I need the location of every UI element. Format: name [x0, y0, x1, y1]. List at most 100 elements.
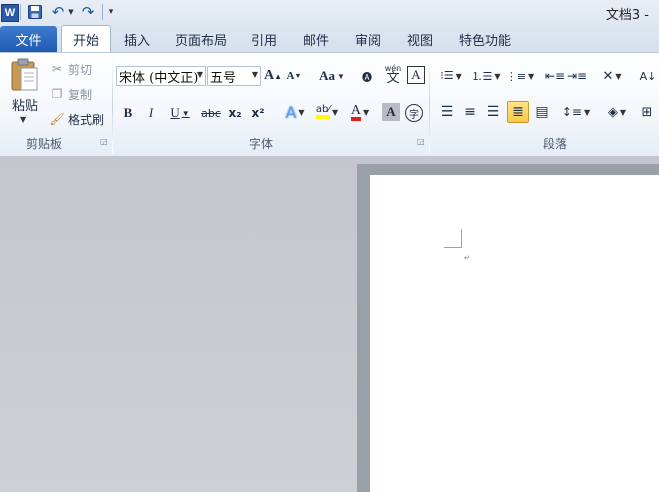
- group-divider: [429, 57, 430, 153]
- line-spacing-button[interactable]: ↕≡ ▼: [562, 102, 590, 122]
- tab-page-layout[interactable]: 页面布局: [169, 26, 233, 52]
- align-right-button[interactable]: ☰: [483, 102, 503, 122]
- copy-icon: ❐: [51, 87, 63, 101]
- font-group-label: 字体: [249, 137, 274, 151]
- format-painter-button[interactable]: 🖌 格式刷: [49, 110, 104, 128]
- chevron-down-icon[interactable]: ▼: [252, 70, 258, 79]
- tab-view[interactable]: 视图: [400, 26, 440, 52]
- char-shading-button[interactable]: A: [382, 103, 400, 121]
- strikethrough-button[interactable]: abc: [200, 103, 222, 123]
- clipboard-group-label: 剪贴板: [26, 137, 63, 151]
- char-border-icon: A: [411, 67, 421, 82]
- subscript-icon: x₂: [228, 106, 242, 120]
- text-effects-button[interactable]: A ▼: [280, 102, 310, 122]
- justify-icon: ≣: [512, 104, 524, 120]
- grow-font-icon: A: [263, 68, 275, 83]
- distributed-align-button[interactable]: ▤: [532, 102, 552, 122]
- chinese-layout-button[interactable]: ✕ ▼: [598, 66, 626, 86]
- borders-button[interactable]: ⊞: [638, 102, 656, 122]
- align-center-icon: ≡: [464, 104, 476, 120]
- customize-qat-icon[interactable]: ▾: [106, 3, 116, 21]
- paste-dropdown-icon[interactable]: ▼: [20, 115, 26, 124]
- increase-indent-button[interactable]: ⇥≡: [566, 66, 588, 86]
- borders-icon: ⊞: [641, 104, 653, 120]
- italic-icon: I: [148, 105, 154, 120]
- scissors-icon: ✂: [51, 62, 63, 76]
- tab-special-features[interactable]: 特色功能: [452, 26, 518, 52]
- superscript-button[interactable]: x²: [248, 103, 268, 123]
- tab-references[interactable]: 引用: [244, 26, 284, 52]
- tab-insert[interactable]: 插入: [115, 26, 159, 52]
- quick-access-toolbar: W ↶ ▼ ↷ ▾ 文档3 -: [0, 0, 659, 24]
- shrink-font-icon: A: [286, 70, 295, 82]
- grow-font-button[interactable]: A ▲: [264, 66, 282, 86]
- sort-button[interactable]: A↓: [639, 66, 657, 86]
- bullets-button[interactable]: ⁝☰ ▼: [437, 66, 465, 86]
- align-center-button[interactable]: ≡: [460, 102, 480, 122]
- copy-label: 复制: [68, 87, 93, 102]
- highlighter-icon: ab⁄: [315, 105, 330, 119]
- font-size-value: 五号: [210, 70, 237, 86]
- decrease-indent-button[interactable]: ⇤≡: [545, 66, 565, 86]
- save-icon[interactable]: [27, 3, 43, 21]
- paste-icon[interactable]: [8, 58, 40, 94]
- copy-button[interactable]: ❐ 复制: [49, 85, 92, 103]
- chevron-down-icon[interactable]: ▼: [197, 70, 203, 79]
- enclose-characters-button[interactable]: 字: [404, 103, 424, 123]
- superscript-icon: x²: [251, 106, 265, 120]
- paragraph-mark-icon: ↵: [464, 254, 470, 262]
- paste-button[interactable]: 粘贴: [12, 95, 38, 114]
- change-case-button[interactable]: Aa ▼: [318, 66, 346, 86]
- cut-button[interactable]: ✂ 剪切: [49, 60, 92, 78]
- multilevel-list-icon: ⋮≡: [505, 69, 527, 83]
- format-painter-icon: 🖌: [49, 112, 65, 126]
- align-left-button[interactable]: ☰: [437, 102, 457, 122]
- clipboard-launcher-icon[interactable]: ◲: [100, 137, 109, 146]
- multilevel-list-button[interactable]: ⋮≡ ▼: [505, 66, 535, 86]
- tab-home[interactable]: 开始: [61, 25, 111, 53]
- underline-button[interactable]: U ▼: [166, 103, 194, 123]
- distributed-align-icon: ▤: [535, 104, 549, 120]
- subscript-button[interactable]: x₂: [225, 103, 245, 123]
- tab-file[interactable]: 文件: [0, 26, 57, 52]
- char-border-button[interactable]: A: [407, 66, 425, 84]
- tab-review[interactable]: 审阅: [348, 26, 388, 52]
- justify-button[interactable]: ≣: [507, 101, 529, 123]
- phonetic-char-label: 文: [386, 71, 400, 86]
- numbered-list-icon: ⒈☰: [471, 70, 493, 83]
- document-title: 文档3 -: [605, 8, 649, 23]
- margin-corner-mark: [461, 229, 462, 248]
- chinese-layout-icon: ✕: [602, 68, 614, 84]
- shading-button[interactable]: ◈ ▼: [603, 102, 631, 122]
- shrink-font-button[interactable]: A ▼: [286, 66, 302, 86]
- ribbon: 粘贴 ▼ ✂ 剪切 ❐ 复制 🖌 格式刷 剪贴板 ◲ 宋体 (中文正) ▼ 五号…: [0, 52, 659, 157]
- font-size-combo[interactable]: 五号 ▼: [207, 66, 261, 86]
- font-launcher-icon[interactable]: ◲: [417, 137, 426, 146]
- bold-button[interactable]: B: [120, 103, 136, 123]
- undo-icon[interactable]: ↶: [50, 3, 66, 21]
- numbering-button[interactable]: ⒈☰ ▼: [471, 66, 501, 86]
- document-page[interactable]: ↵: [370, 175, 659, 492]
- text-effects-icon: A: [285, 102, 297, 122]
- ribbon-tab-bar: 文件 开始 插入 页面布局 引用 邮件 审阅 视图 特色功能: [0, 24, 659, 53]
- word-logo-icon[interactable]: W: [1, 4, 19, 22]
- document-workspace: ↵: [0, 156, 659, 492]
- font-name-combo[interactable]: 宋体 (中文正) ▼: [116, 66, 206, 86]
- font-color-button[interactable]: A ▼: [345, 102, 375, 122]
- cut-label: 剪切: [68, 62, 93, 77]
- format-painter-label: 格式刷: [68, 112, 105, 127]
- phonetic-guide-button[interactable]: wén 文: [382, 64, 404, 86]
- clear-format-icon[interactable]: 🅐: [357, 66, 377, 86]
- qat-divider: [102, 4, 103, 20]
- redo-icon[interactable]: ↷: [80, 3, 96, 21]
- tab-mailings[interactable]: 邮件: [296, 26, 336, 52]
- undo-dropdown-icon[interactable]: ▼: [67, 3, 75, 21]
- group-divider: [112, 57, 113, 153]
- line-spacing-icon: ↕≡: [561, 105, 582, 119]
- highlight-button[interactable]: ab⁄ ▼: [311, 102, 343, 122]
- increase-indent-icon: ⇥≡: [566, 69, 588, 83]
- char-shading-icon: A: [386, 104, 396, 119]
- enclose-characters-icon: 字: [405, 104, 423, 122]
- margin-corner-mark: [444, 247, 462, 248]
- italic-button[interactable]: I: [143, 103, 159, 123]
